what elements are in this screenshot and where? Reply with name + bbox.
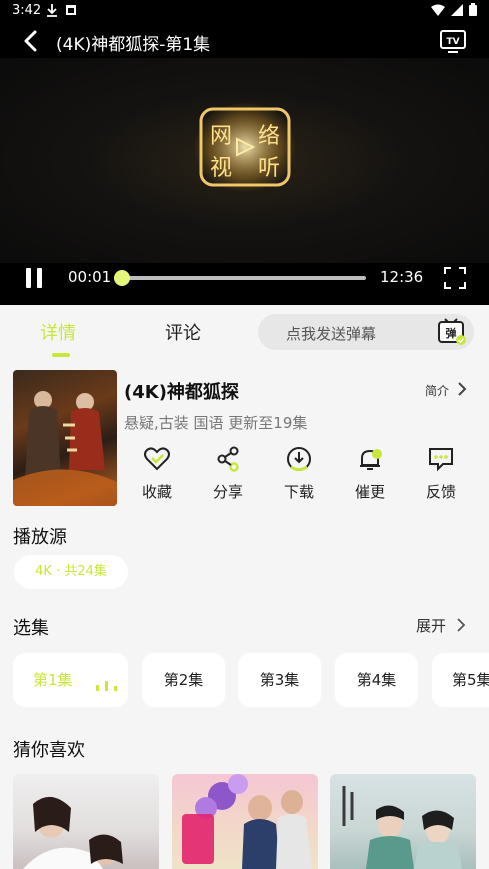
status-bar: 3:42	[0, 0, 489, 22]
show-poster[interactable]	[13, 370, 117, 506]
video-title: (4K)神都狐探-第1集	[56, 35, 211, 55]
logo-char-1: 网	[210, 124, 232, 149]
feedback-label: 反馈	[425, 483, 456, 501]
battery-icon	[469, 3, 477, 16]
feedback-icon	[429, 448, 453, 472]
danmu-toggle-icon[interactable]: 弹	[436, 317, 468, 347]
watermark-logo: 网 络 视 听	[195, 103, 295, 191]
wifi-icon	[431, 4, 445, 16]
urge-update-label: 催更	[354, 483, 385, 501]
player-top-bar: (4K)神都狐探-第1集 TV	[0, 24, 489, 58]
recommend-title: 猜你喜欢	[13, 740, 85, 761]
episode-item-3[interactable]: 第3集	[238, 653, 321, 707]
feedback-button[interactable]: 反馈	[416, 445, 466, 502]
episode-item-2[interactable]: 第2集	[142, 653, 225, 707]
system-icons	[431, 3, 477, 16]
expand-link[interactable]: 展开	[416, 615, 446, 636]
danmu-icon-text: 弹	[446, 326, 457, 340]
download-label: 下载	[283, 483, 314, 501]
fullscreen-icon[interactable]	[444, 267, 466, 289]
action-bar: 收藏 分享 下载 催更 反馈	[124, 445, 474, 505]
tab-indicator	[52, 353, 70, 357]
logo-char-3: 视	[210, 156, 232, 181]
danmu-input[interactable]: 点我发送弹幕 弹	[258, 314, 474, 350]
source-title: 播放源	[13, 527, 67, 548]
duration-time: 12:36	[380, 268, 424, 286]
seek-handle[interactable]	[114, 270, 130, 286]
intro-link[interactable]: 简介	[425, 382, 449, 399]
show-title: (4K)神都狐探	[124, 382, 239, 403]
recommend-poster-1	[23, 796, 123, 869]
notification-icons	[46, 3, 77, 17]
poster-art	[13, 391, 117, 506]
logo-char-4: 听	[258, 156, 280, 181]
favorite-button[interactable]: 收藏	[132, 445, 182, 502]
player-controls: 00:01 12:36	[0, 263, 489, 293]
tv-cast-icon[interactable]: TV	[439, 28, 467, 54]
logo-char-2: 络	[258, 124, 280, 149]
chevron-right-icon[interactable]	[456, 381, 468, 397]
share-icon	[217, 446, 239, 472]
urge-update-button[interactable]: 催更	[345, 445, 395, 502]
heart-icon	[144, 447, 170, 471]
recommend-card-3[interactable]	[330, 774, 476, 869]
status-time: 3:42	[12, 3, 42, 18]
recommend-poster-3	[342, 786, 462, 869]
recommend-poster-2	[182, 774, 312, 869]
current-time: 00:01	[68, 268, 112, 286]
show-tags: 悬疑,古装 国语 更新至19集	[124, 414, 308, 432]
episode-item-4[interactable]: 第4集	[335, 653, 418, 707]
download-button[interactable]: 下载	[274, 445, 324, 502]
episode-item-1[interactable]: 第1集	[13, 653, 128, 707]
tab-details[interactable]: 详情	[40, 319, 76, 345]
back-icon[interactable]	[18, 27, 46, 55]
seek-bar[interactable]	[114, 270, 366, 286]
video-player[interactable]: 3:42 (4K)神都狐探-第1集 TV 网 络 视 听 00:01 12:36	[0, 0, 489, 305]
share-button[interactable]: 分享	[203, 445, 253, 502]
svg-text:TV: TV	[446, 37, 459, 47]
app-status-icon	[66, 5, 76, 15]
bell-icon	[360, 449, 382, 470]
recommend-card-2[interactable]	[172, 774, 318, 869]
danmu-placeholder: 点我发送弹幕	[286, 325, 377, 343]
playing-indicator-icon	[96, 681, 117, 691]
episode-label: 第1集	[33, 671, 73, 689]
source-chip[interactable]: 4K · 共24集	[14, 555, 128, 589]
share-label: 分享	[212, 483, 243, 501]
recommend-card-1[interactable]	[13, 774, 159, 869]
episode-list: 第1集 第2集 第3集 第4集 第5集	[0, 653, 489, 707]
favorite-label: 收藏	[141, 483, 172, 501]
download-icon	[287, 447, 311, 471]
episodes-title: 选集	[13, 618, 49, 639]
recommend-list	[0, 774, 489, 869]
chevron-right-icon[interactable]	[456, 617, 466, 633]
detail-tabs: 详情 评论 点我发送弹幕 弹	[0, 305, 489, 360]
pause-icon[interactable]	[24, 267, 44, 289]
video-frame[interactable]: 网 络 视 听	[0, 58, 489, 263]
tab-comments[interactable]: 评论	[165, 319, 201, 345]
signal-icon	[451, 3, 463, 16]
episode-item-5[interactable]: 第5集	[432, 653, 489, 707]
download-status-icon	[47, 4, 57, 17]
